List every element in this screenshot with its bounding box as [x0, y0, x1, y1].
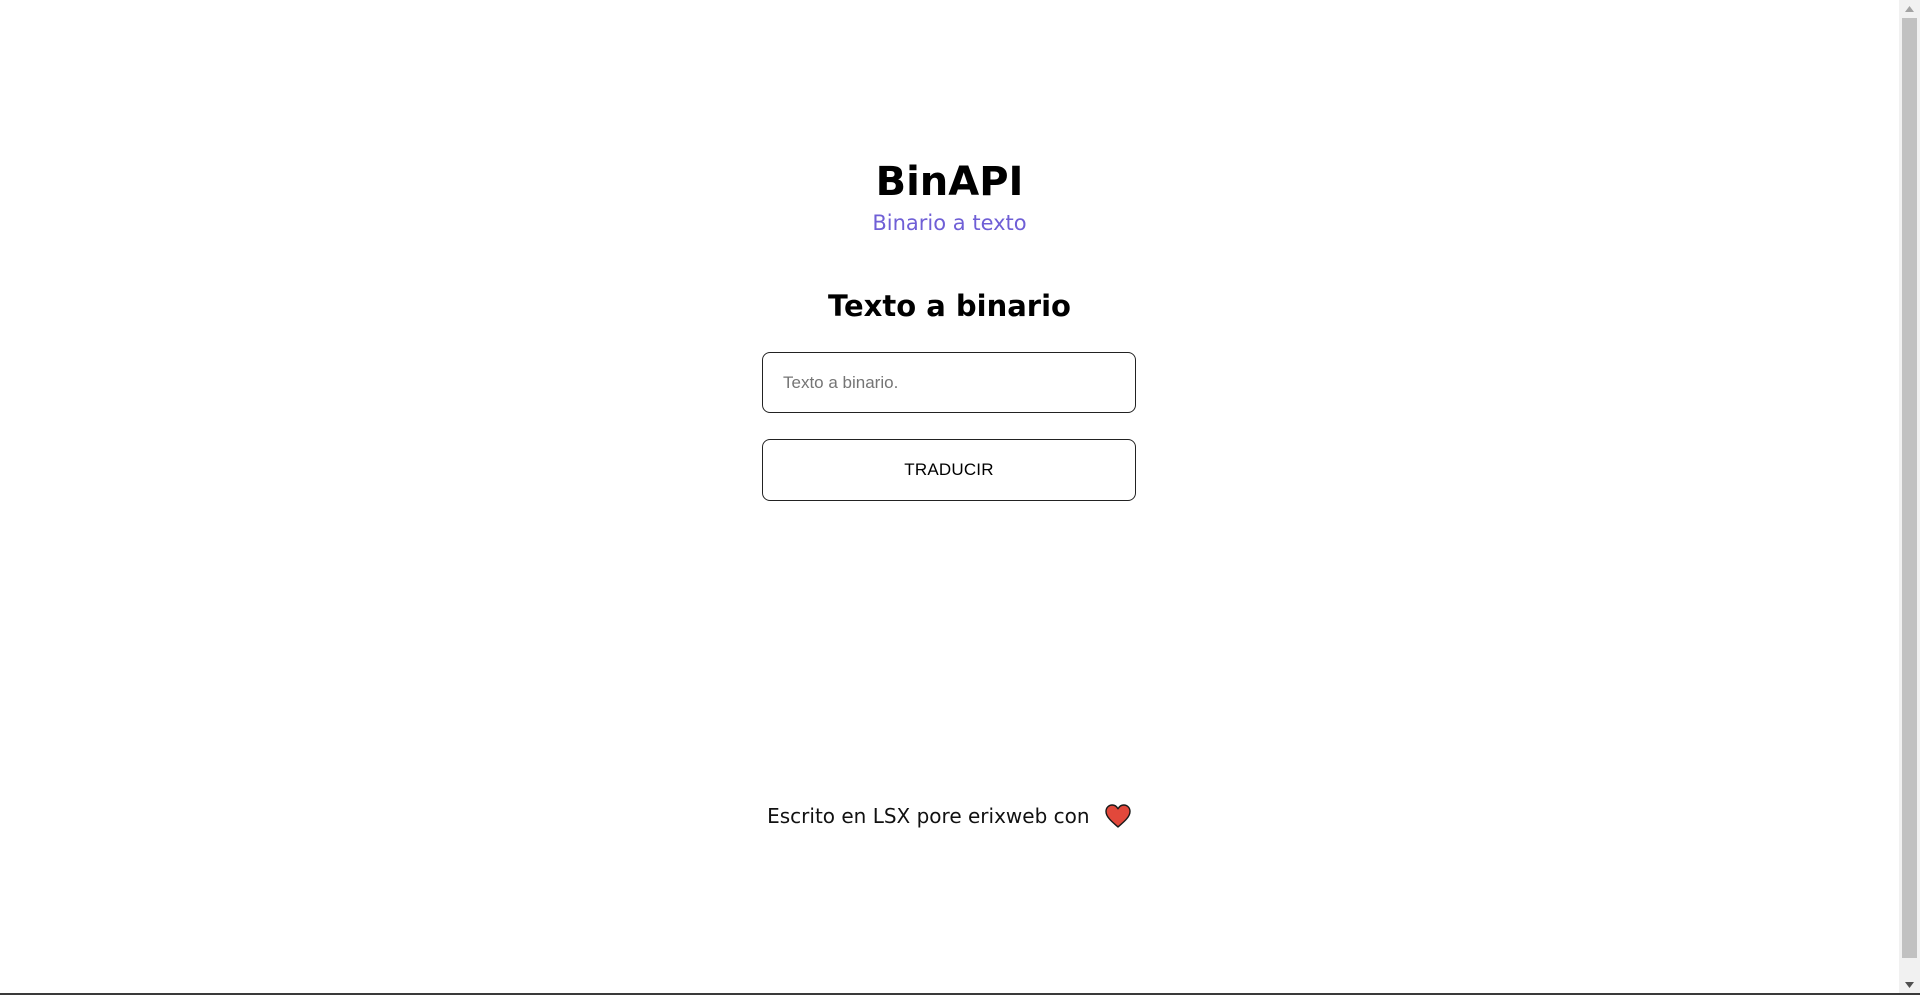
heart-icon [1104, 803, 1132, 829]
scroll-down-arrow-icon[interactable] [1899, 976, 1920, 993]
footer-text: Escrito en LSX pore erixweb con [767, 804, 1090, 828]
binary-to-text-link[interactable]: Binario a texto [872, 208, 1026, 238]
scroll-thumb[interactable] [1902, 18, 1917, 958]
app-title: BinAPI [875, 159, 1024, 205]
footer: Escrito en LSX pore erixweb con [0, 800, 1899, 832]
section-title: Texto a binario [828, 289, 1071, 323]
translate-button[interactable]: TRADUCIR [762, 439, 1136, 501]
text-input[interactable] [762, 352, 1136, 413]
header: BinAPI Binario a texto [0, 156, 1899, 238]
page: BinAPI Binario a texto Texto a binario T… [0, 0, 1899, 993]
vertical-scrollbar[interactable] [1899, 0, 1920, 993]
scroll-up-arrow-icon[interactable] [1899, 0, 1920, 17]
